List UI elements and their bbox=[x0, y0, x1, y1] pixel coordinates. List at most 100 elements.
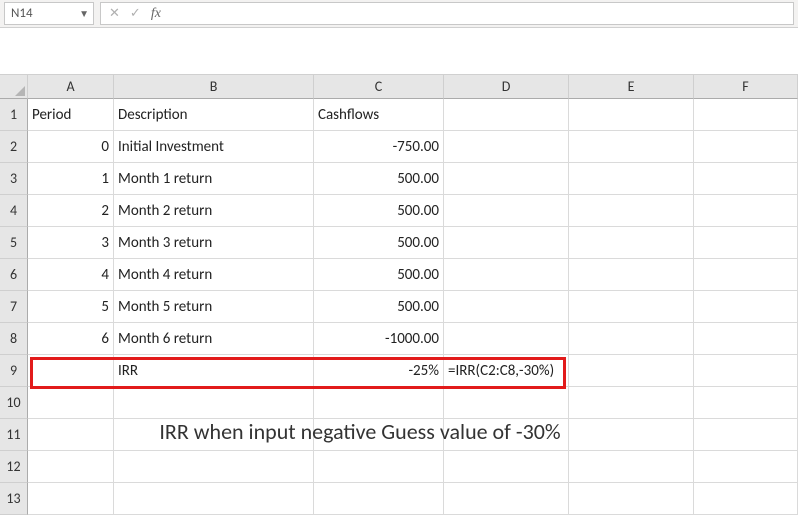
cell-B1[interactable]: Description bbox=[114, 99, 314, 131]
cell-B13[interactable] bbox=[114, 483, 314, 515]
cell-B4[interactable]: Month 2 return bbox=[114, 195, 314, 227]
cell-B6[interactable]: Month 4 return bbox=[114, 259, 314, 291]
row-header-12[interactable]: 12 bbox=[0, 451, 28, 483]
cell-C2[interactable]: -750.00 bbox=[314, 131, 444, 163]
cell-F11[interactable] bbox=[694, 419, 798, 451]
cell-C8[interactable]: -1000.00 bbox=[314, 323, 444, 355]
cell-C12[interactable] bbox=[314, 451, 444, 483]
cell-F10[interactable] bbox=[694, 387, 798, 419]
chevron-down-icon[interactable]: ▼ bbox=[79, 7, 89, 20]
cell-D11[interactable] bbox=[444, 419, 569, 451]
cell-C6[interactable]: 500.00 bbox=[314, 259, 444, 291]
cell-C13[interactable] bbox=[314, 483, 444, 515]
cell-E12[interactable] bbox=[569, 451, 694, 483]
cell-E6[interactable] bbox=[569, 259, 694, 291]
cell-F12[interactable] bbox=[694, 451, 798, 483]
cell-A2[interactable]: 0 bbox=[28, 131, 114, 163]
cell-A8[interactable]: 6 bbox=[28, 323, 114, 355]
col-header-D[interactable]: D bbox=[444, 75, 569, 99]
cell-C9[interactable]: -25% bbox=[314, 355, 444, 387]
row-header-6[interactable]: 6 bbox=[0, 259, 28, 291]
col-header-C[interactable]: C bbox=[314, 75, 444, 99]
cell-D10[interactable] bbox=[444, 387, 569, 419]
cell-E8[interactable] bbox=[569, 323, 694, 355]
cell-C10[interactable] bbox=[314, 387, 444, 419]
cell-A4[interactable]: 2 bbox=[28, 195, 114, 227]
cell-C1[interactable]: Cashflows bbox=[314, 99, 444, 131]
cell-E4[interactable] bbox=[569, 195, 694, 227]
cell-C11[interactable] bbox=[314, 419, 444, 451]
cell-E9[interactable] bbox=[569, 355, 694, 387]
cell-E10[interactable] bbox=[569, 387, 694, 419]
col-header-A[interactable]: A bbox=[28, 75, 114, 99]
cell-A10[interactable] bbox=[28, 387, 114, 419]
row-header-13[interactable]: 13 bbox=[0, 483, 28, 515]
cell-F13[interactable] bbox=[694, 483, 798, 515]
cell-C7[interactable]: 500.00 bbox=[314, 291, 444, 323]
cell-A7[interactable]: 5 bbox=[28, 291, 114, 323]
cell-A5[interactable]: 3 bbox=[28, 227, 114, 259]
row-header-8[interactable]: 8 bbox=[0, 323, 28, 355]
cell-A1[interactable]: Period bbox=[28, 99, 114, 131]
cell-D6[interactable] bbox=[444, 259, 569, 291]
name-box[interactable]: N14 ▼ bbox=[4, 2, 94, 25]
cell-B12[interactable] bbox=[114, 451, 314, 483]
row-header-11[interactable]: 11 bbox=[0, 419, 28, 451]
cell-F8[interactable] bbox=[694, 323, 798, 355]
row-header-7[interactable]: 7 bbox=[0, 291, 28, 323]
cell-A9[interactable] bbox=[28, 355, 114, 387]
cell-D4[interactable] bbox=[444, 195, 569, 227]
cell-B11[interactable] bbox=[114, 419, 314, 451]
cell-E13[interactable] bbox=[569, 483, 694, 515]
cell-E1[interactable] bbox=[569, 99, 694, 131]
row-header-2[interactable]: 2 bbox=[0, 131, 28, 163]
cell-B10[interactable] bbox=[114, 387, 314, 419]
cell-A12[interactable] bbox=[28, 451, 114, 483]
cell-A6[interactable]: 4 bbox=[28, 259, 114, 291]
cell-B9[interactable]: IRR bbox=[114, 355, 314, 387]
cell-B5[interactable]: Month 3 return bbox=[114, 227, 314, 259]
row-header-9[interactable]: 9 bbox=[0, 355, 28, 387]
cell-C4[interactable]: 500.00 bbox=[314, 195, 444, 227]
cell-E7[interactable] bbox=[569, 291, 694, 323]
row-header-4[interactable]: 4 bbox=[0, 195, 28, 227]
fx-icon[interactable]: fx bbox=[151, 6, 161, 22]
cell-B8[interactable]: Month 6 return bbox=[114, 323, 314, 355]
row-header-5[interactable]: 5 bbox=[0, 227, 28, 259]
select-all-corner[interactable] bbox=[0, 75, 28, 99]
cell-F6[interactable] bbox=[694, 259, 798, 291]
cell-D12[interactable] bbox=[444, 451, 569, 483]
cell-A13[interactable] bbox=[28, 483, 114, 515]
cell-D1[interactable] bbox=[444, 99, 569, 131]
row-header-1[interactable]: 1 bbox=[0, 99, 28, 131]
cell-A11[interactable] bbox=[28, 419, 114, 451]
cell-F3[interactable] bbox=[694, 163, 798, 195]
row-header-10[interactable]: 10 bbox=[0, 387, 28, 419]
cell-B7[interactable]: Month 5 return bbox=[114, 291, 314, 323]
cell-D13[interactable] bbox=[444, 483, 569, 515]
cell-B2[interactable]: Initial Investment bbox=[114, 131, 314, 163]
cell-E11[interactable] bbox=[569, 419, 694, 451]
cell-D9[interactable]: =IRR(C2:C8,-30%) bbox=[444, 355, 569, 387]
cell-D5[interactable] bbox=[444, 227, 569, 259]
cell-D3[interactable] bbox=[444, 163, 569, 195]
cell-F7[interactable] bbox=[694, 291, 798, 323]
cell-F4[interactable] bbox=[694, 195, 798, 227]
cell-E5[interactable] bbox=[569, 227, 694, 259]
cell-D8[interactable] bbox=[444, 323, 569, 355]
formula-bar-input[interactable] bbox=[169, 2, 794, 25]
col-header-B[interactable]: B bbox=[114, 75, 314, 99]
col-header-F[interactable]: F bbox=[694, 75, 798, 99]
cell-F2[interactable] bbox=[694, 131, 798, 163]
col-header-E[interactable]: E bbox=[569, 75, 694, 99]
cell-C3[interactable]: 500.00 bbox=[314, 163, 444, 195]
cell-E3[interactable] bbox=[569, 163, 694, 195]
cell-A3[interactable]: 1 bbox=[28, 163, 114, 195]
cell-F5[interactable] bbox=[694, 227, 798, 259]
cell-B3[interactable]: Month 1 return bbox=[114, 163, 314, 195]
cell-F1[interactable] bbox=[694, 99, 798, 131]
cell-F9[interactable] bbox=[694, 355, 798, 387]
cell-E2[interactable] bbox=[569, 131, 694, 163]
cell-C5[interactable]: 500.00 bbox=[314, 227, 444, 259]
cell-D7[interactable] bbox=[444, 291, 569, 323]
